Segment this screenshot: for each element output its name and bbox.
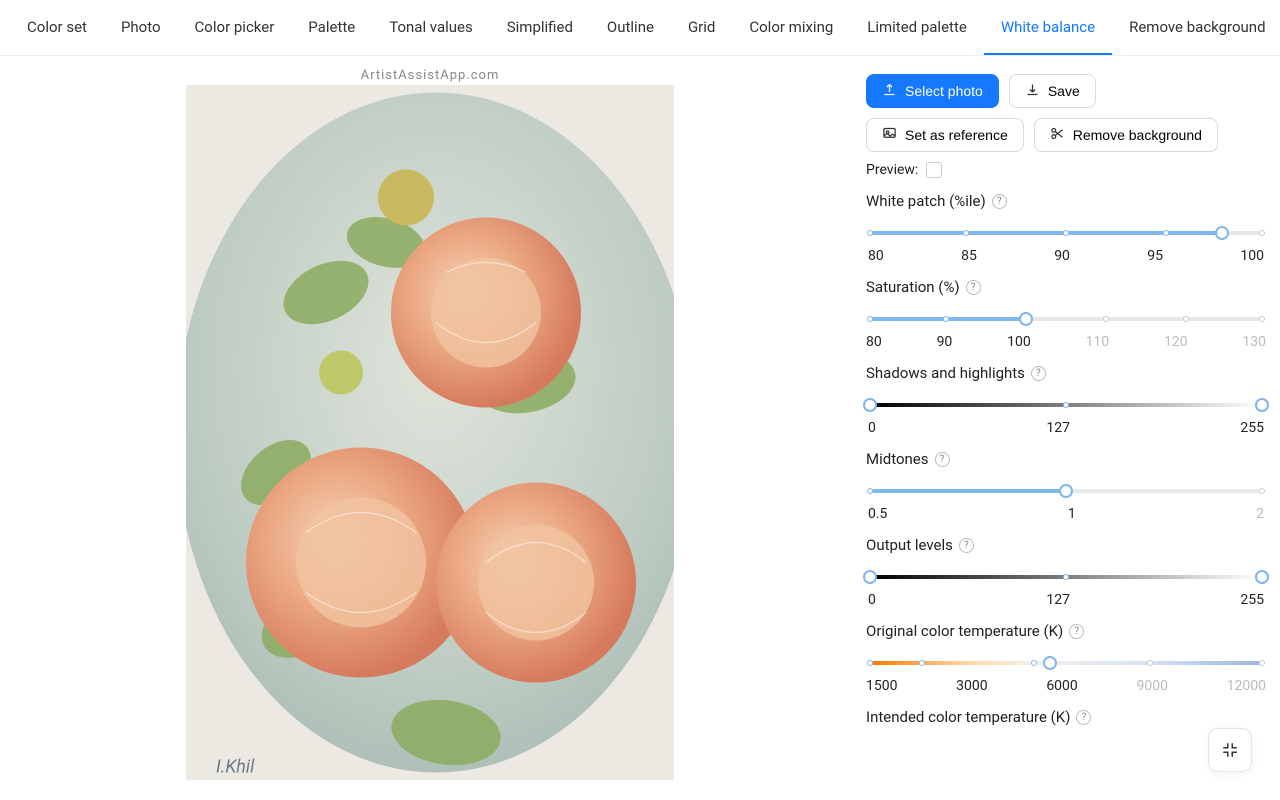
set-as-reference-button[interactable]: Set as reference [866, 118, 1024, 152]
sat-tick-5: 130 [1242, 334, 1266, 350]
preview-area: ArtistAssistApp.com [0, 56, 860, 800]
ol-tick-2: 255 [1240, 592, 1264, 608]
wp-tick-4: 100 [1240, 248, 1264, 264]
ot-tick-3: 9000 [1136, 678, 1167, 694]
remove-background-label: Remove background [1073, 127, 1202, 143]
output-levels-label: Output levels [866, 536, 953, 554]
select-photo-label: Select photo [905, 83, 983, 99]
watermark-text: ArtistAssistApp.com [361, 68, 500, 83]
help-icon[interactable]: ? [935, 452, 950, 467]
collapse-icon-button[interactable] [1208, 728, 1252, 772]
wp-tick-1: 85 [961, 248, 977, 264]
sat-tick-2: 100 [1007, 334, 1031, 350]
help-icon[interactable]: ? [992, 194, 1007, 209]
help-icon[interactable]: ? [959, 538, 974, 553]
tab-color-set[interactable]: Color set [10, 0, 104, 55]
ot-tick-2: 6000 [1046, 678, 1077, 694]
remove-background-button[interactable]: Remove background [1034, 118, 1218, 152]
orig-temp-slider[interactable] [866, 658, 1266, 668]
sat-tick-1: 90 [937, 334, 953, 350]
white-patch-slider[interactable] [866, 228, 1266, 238]
tab-palette[interactable]: Palette [291, 0, 372, 55]
save-button[interactable]: Save [1009, 74, 1096, 108]
set-as-reference-label: Set as reference [905, 127, 1008, 143]
tab-simplified[interactable]: Simplified [490, 0, 590, 55]
help-icon[interactable]: ? [966, 280, 981, 295]
wp-tick-2: 90 [1054, 248, 1070, 264]
save-label: Save [1048, 83, 1080, 99]
saturation-slider[interactable] [866, 314, 1266, 324]
tab-color-mixing[interactable]: Color mixing [732, 0, 850, 55]
tab-grid[interactable]: Grid [671, 0, 732, 55]
shadows-highlights-slider[interactable] [866, 400, 1266, 410]
intended-temp-label: Intended color temperature (K) [866, 708, 1070, 726]
help-icon[interactable]: ? [1031, 366, 1046, 381]
wp-tick-0: 80 [868, 248, 884, 264]
saturation-label: Saturation (%) [866, 278, 960, 296]
mid-tick-1: 1 [1068, 506, 1076, 522]
midtones-slider[interactable] [866, 486, 1266, 496]
ot-tick-4: 12000 [1227, 678, 1266, 694]
sat-tick-0: 80 [866, 334, 882, 350]
svg-text:I.Khil: I.Khil [216, 757, 255, 778]
upload-icon [882, 82, 897, 100]
tab-tonal-values[interactable]: Tonal values [372, 0, 490, 55]
ol-tick-1: 127 [1046, 592, 1070, 608]
sat-tick-4: 120 [1164, 334, 1188, 350]
sat-tick-3: 110 [1086, 334, 1110, 350]
sh-tick-1: 127 [1046, 420, 1070, 436]
sidebar-controls: Select photo Save Set as reference Remov… [860, 56, 1280, 800]
tab-limited-palette[interactable]: Limited palette [850, 0, 984, 55]
midtones-label: Midtones [866, 450, 929, 468]
tab-white-balance[interactable]: White balance [984, 0, 1112, 55]
download-icon [1025, 82, 1040, 100]
shadows-label: Shadows and highlights [866, 364, 1025, 382]
ol-tick-0: 0 [868, 592, 876, 608]
select-photo-button[interactable]: Select photo [866, 74, 999, 108]
tab-remove-background[interactable]: Remove background [1112, 0, 1280, 55]
tab-color-picker[interactable]: Color picker [178, 0, 292, 55]
sh-tick-0: 0 [868, 420, 876, 436]
help-icon[interactable]: ? [1076, 710, 1091, 725]
sh-tick-2: 255 [1240, 420, 1264, 436]
ot-tick-1: 3000 [956, 678, 987, 694]
mid-tick-0: 0.5 [868, 506, 887, 522]
output-levels-slider[interactable] [866, 572, 1266, 582]
photo-canvas[interactable]: I.Khil [186, 85, 674, 780]
ot-tick-0: 1500 [866, 678, 897, 694]
help-icon[interactable]: ? [1069, 624, 1084, 639]
preview-checkbox[interactable] [926, 162, 942, 178]
tab-photo[interactable]: Photo [104, 0, 178, 55]
scissors-icon [1050, 126, 1065, 144]
white-patch-label: White patch (%ile) [866, 192, 986, 210]
preview-label: Preview: [866, 162, 918, 178]
tab-outline[interactable]: Outline [590, 0, 671, 55]
tabs-bar: Color set Photo Color picker Palette Ton… [0, 0, 1280, 56]
orig-temp-label: Original color temperature (K) [866, 622, 1063, 640]
mid-tick-2: 2 [1256, 506, 1264, 522]
image-icon [882, 126, 897, 144]
wp-tick-3: 95 [1147, 248, 1163, 264]
